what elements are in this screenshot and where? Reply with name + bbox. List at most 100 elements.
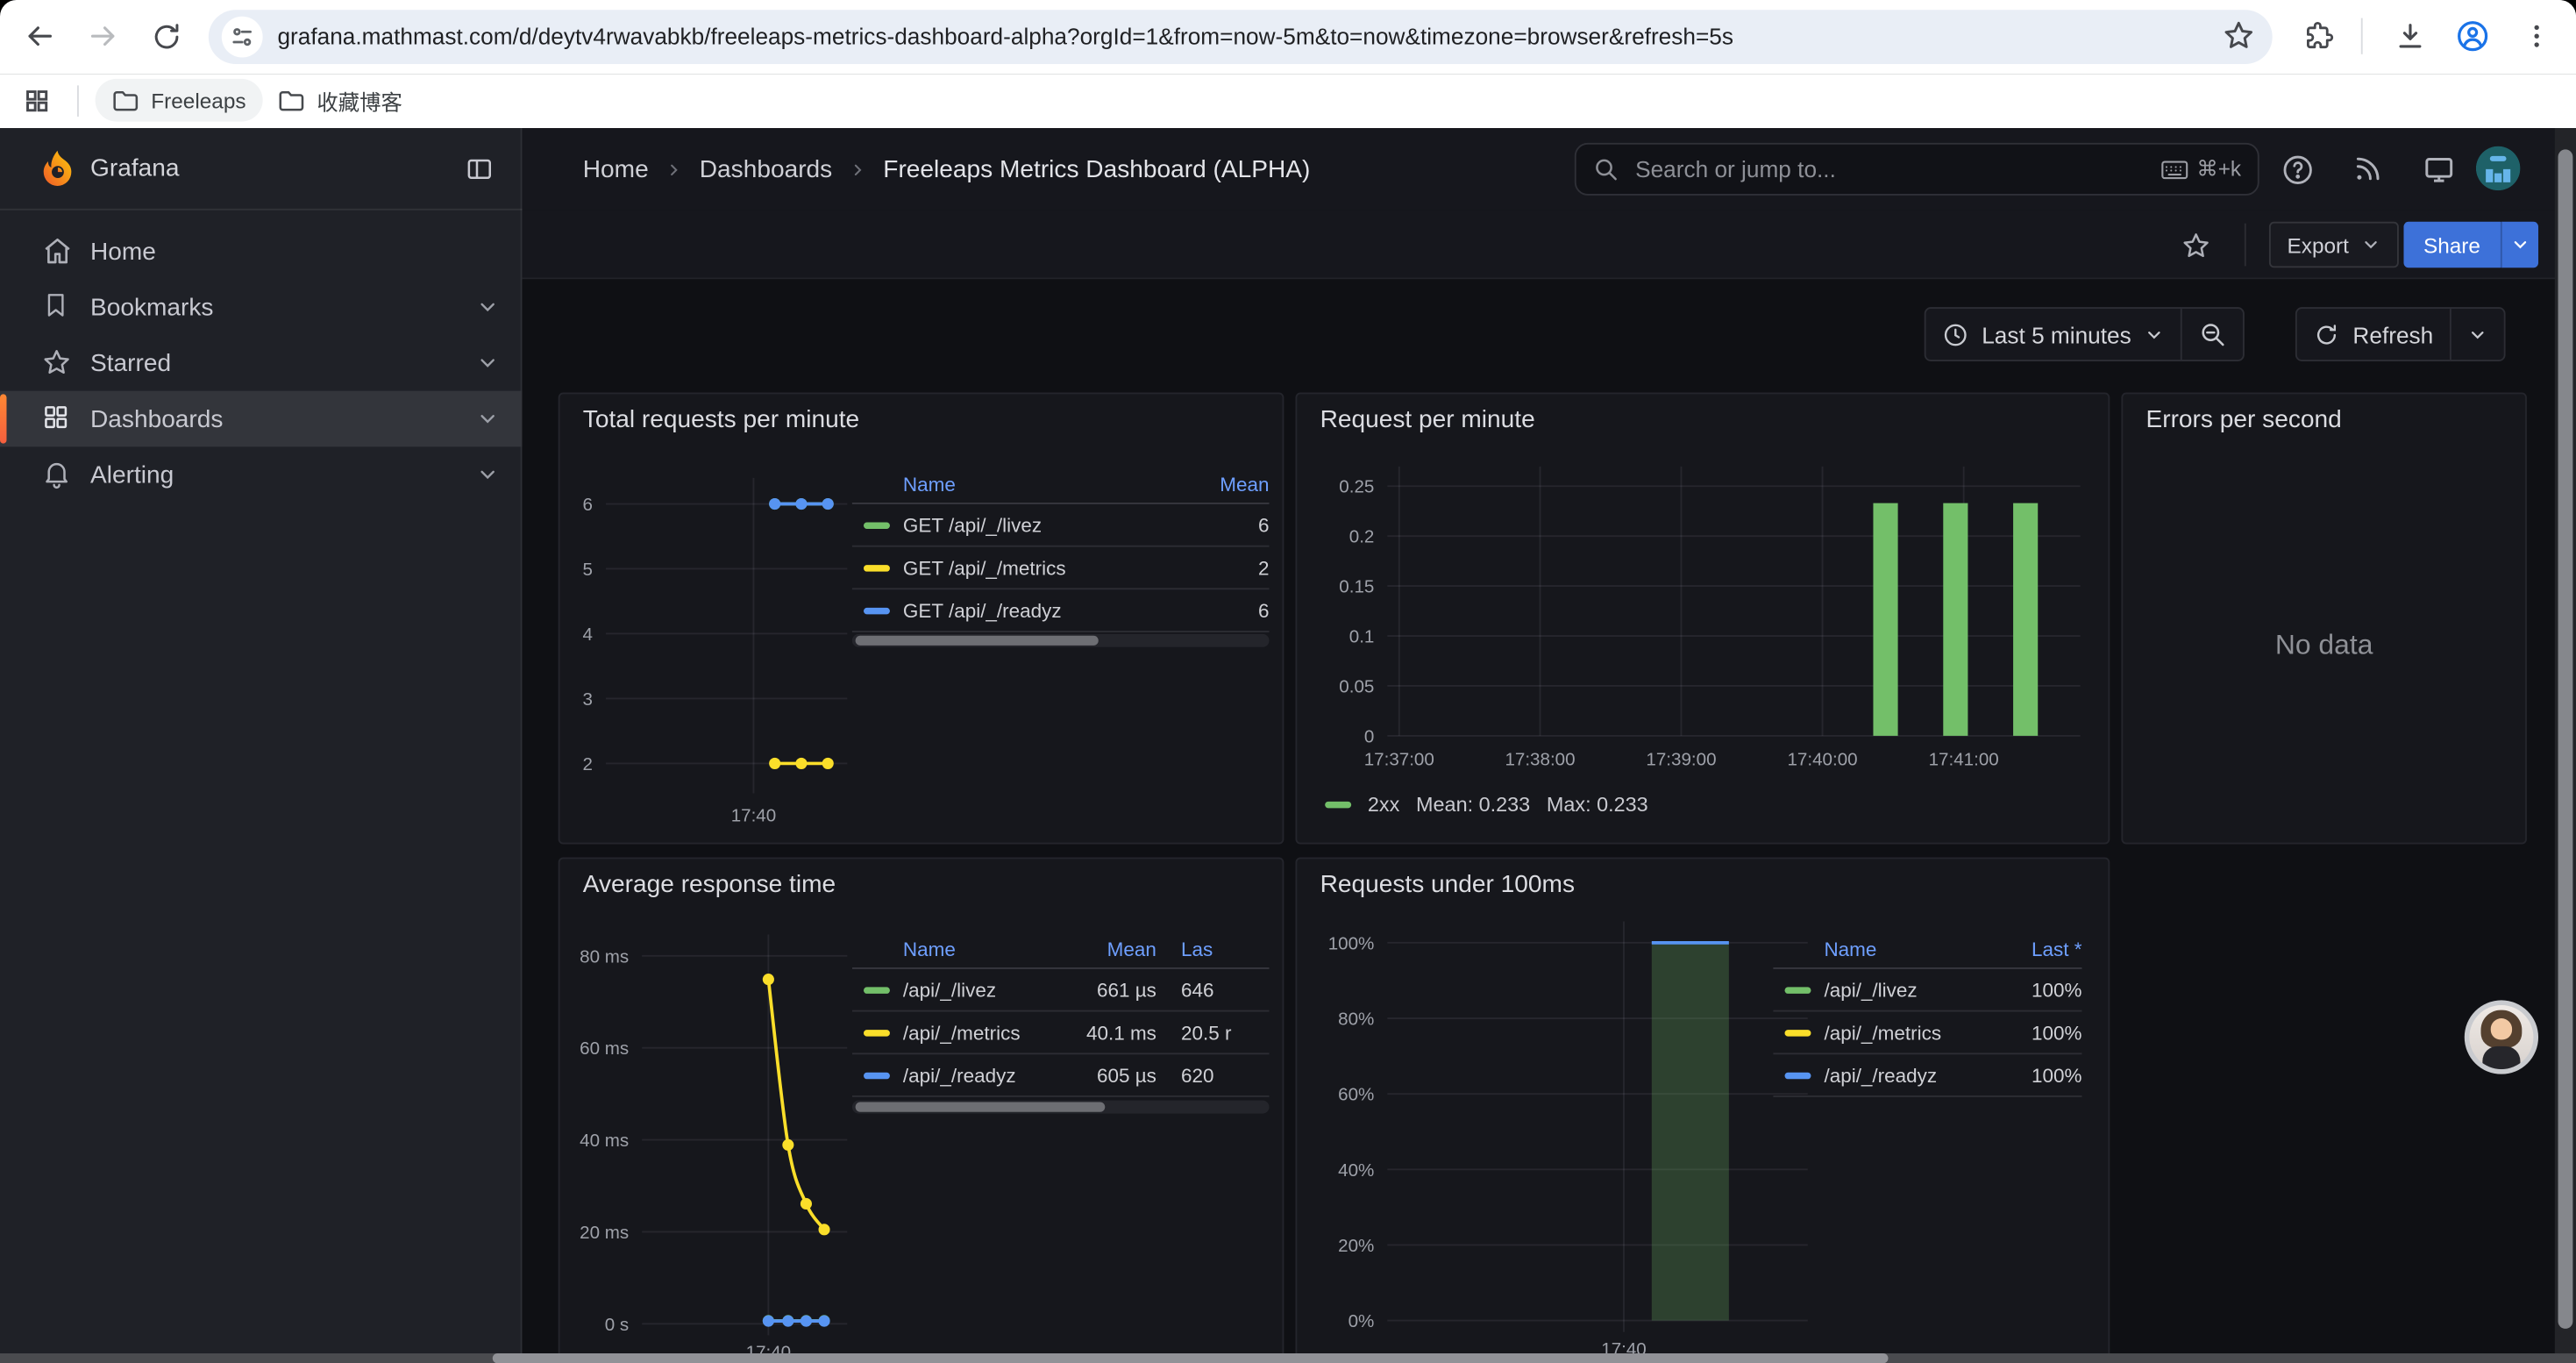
bookmark-star-icon[interactable] [2222,18,2256,53]
svg-text:60 ms: 60 ms [580,1038,629,1059]
breadcrumb-item[interactable]: Home [583,155,649,183]
series-color-swatch[interactable] [864,607,890,613]
series-color-swatch[interactable] [1325,802,1351,808]
scrollbar-thumb[interactable] [2558,149,2573,1329]
chart-request-per-minute[interactable]: 0.250.20.150.10.05017:37:0017:38:0017:39… [1297,394,2108,842]
search-input[interactable] [1632,154,2160,184]
share-label[interactable]: Share [2403,222,2500,268]
panel-average-response-time: Average response time 80 ms60 ms40 ms20 … [559,857,1284,1363]
search-box[interactable]: ⌘+k [1575,143,2259,196]
legend-column-header[interactable]: Name [903,473,1144,496]
legend-column-header[interactable]: Name [903,938,1068,960]
sidebar-item-alerting[interactable]: Alerting [0,446,522,503]
series-color-swatch[interactable] [864,1029,890,1035]
series-value: 6 [1144,513,1269,536]
news-rss-icon[interactable] [2348,149,2387,189]
panel-title[interactable]: Errors per second [2145,406,2341,434]
refresh-button[interactable]: Refresh [2297,309,2450,360]
favorite-star-icon[interactable] [2181,230,2212,261]
site-settings-icon[interactable] [222,17,263,58]
back-icon[interactable] [19,17,59,56]
sidebar-item-home[interactable]: Home [0,224,522,280]
toolbar-divider [2245,224,2246,267]
breadcrumb-item[interactable]: Dashboards [700,155,832,183]
svg-text:0%: 0% [1348,1311,1375,1331]
page-horizontal-scrollbar[interactable] [0,1353,2576,1363]
chevron-down-icon[interactable] [476,463,499,486]
legend-row[interactable]: GET /api/_/readyz6 [852,589,1270,632]
legend-column-header[interactable]: Mean [1144,473,1269,496]
legend-row[interactable]: GET /api/_/livez6 [852,504,1270,547]
scrollbar-thumb[interactable] [493,1353,1889,1363]
browser-menu-icon[interactable] [2517,17,2557,56]
legend-scrollbar[interactable] [852,1101,1270,1114]
downloads-icon[interactable] [2391,17,2430,56]
legend-column-header[interactable]: Last * [1996,938,2081,960]
collapse-sidebar-icon[interactable] [465,154,495,184]
series-color-swatch[interactable] [1785,1072,1811,1078]
legend-column-header[interactable]: Name [1824,938,1996,960]
svg-text:0.2: 0.2 [1349,527,1375,547]
share-menu-chevron[interactable] [2500,222,2537,268]
apps-grid-icon[interactable] [17,81,56,120]
grafana-logo-icon[interactable] [36,148,79,191]
chevron-down-icon [2510,235,2530,254]
series-color-swatch[interactable] [864,522,890,528]
extensions-icon[interactable] [2299,17,2338,56]
legend-row[interactable]: /api/_/readyz100% [1773,1054,2081,1097]
legend-row[interactable]: /api/_/metrics40.1 ms20.5 r [852,1012,1270,1055]
scrollbar-thumb[interactable] [856,1103,1106,1112]
zoom-out-button[interactable] [2182,309,2243,360]
svg-text:40%: 40% [1338,1160,1374,1181]
profile-icon[interactable] [2453,17,2493,56]
series-color-swatch[interactable] [1785,986,1811,992]
legend-column-header[interactable]: Mean [1068,938,1156,960]
keyboard-icon [2160,159,2188,180]
legend-row[interactable]: /api/_/livez100% [1773,969,2081,1012]
dashboard-toolbar: Export Share [522,211,2576,280]
sidebar-item-starred[interactable]: Starred [0,335,522,391]
svg-text:20%: 20% [1338,1236,1374,1256]
bookmark-folder[interactable]: 收藏博客 [261,79,419,122]
breadcrumb-item[interactable]: Freeleaps Metrics Dashboard (ALPHA) [883,155,1310,183]
series-color-swatch[interactable] [864,564,890,570]
series-color-swatch[interactable] [864,1072,890,1078]
refresh-controls: Refresh [2295,307,2506,361]
chevron-down-icon[interactable] [476,296,499,318]
user-avatar[interactable] [2476,146,2521,191]
legend-row[interactable]: /api/_/livez661 µs646 [852,969,1270,1012]
page-vertical-scrollbar[interactable] [2555,128,2576,1353]
svg-text:0.1: 0.1 [1349,627,1375,647]
svg-text:3: 3 [583,689,593,710]
legend-row[interactable]: GET /api/_/metrics2 [852,547,1270,590]
series-color-swatch[interactable] [1785,1029,1811,1035]
url-bar[interactable]: grafana.mathmast.com/d/deytv4rwavabkb/fr… [209,10,2273,64]
share-button[interactable]: Share [2403,222,2537,268]
sidebar-item-bookmarks[interactable]: Bookmarks [0,279,522,335]
help-icon[interactable] [2277,149,2316,189]
panel-requests-under-100ms: Requests under 100ms 100%80%60%40%20%0%1… [1295,857,2110,1363]
series-name: /api/_/readyz [903,1064,1068,1087]
legend-series-label[interactable]: 2xx [1368,793,1399,816]
series-color-swatch[interactable] [864,986,890,992]
legend-column-header[interactable]: Las [1181,938,1270,960]
legend-scrollbar[interactable] [852,634,1270,647]
time-range-picker[interactable]: Last 5 minutes [1926,309,2181,360]
chart-canvas: 0.250.20.150.10.05017:37:0017:38:0017:39… [1297,394,2108,842]
refresh-interval-chevron[interactable] [2451,309,2504,360]
legend-row[interactable]: /api/_/metrics100% [1773,1012,2081,1055]
legend-row[interactable]: /api/_/readyz605 µs620 [852,1054,1270,1097]
dashboard-canvas: Last 5 minutes Refresh [522,279,2576,1363]
kiosk-monitor-icon[interactable] [2418,149,2458,189]
chevron-down-icon[interactable] [476,407,499,430]
sidebar-item-dashboards[interactable]: Dashboards [0,391,522,447]
reload-icon[interactable] [146,17,186,56]
url-text[interactable]: grafana.mathmast.com/d/deytv4rwavabkb/fr… [277,10,2231,64]
export-button[interactable]: Export [2269,222,2398,268]
assistant-avatar-button[interactable] [2465,1000,2538,1074]
series-value: 605 µs [1068,1064,1156,1087]
scrollbar-thumb[interactable] [856,636,1099,646]
forward-icon[interactable] [84,17,124,56]
chevron-down-icon[interactable] [476,352,499,375]
bookmark-folder[interactable]: Freeleaps [96,79,263,122]
